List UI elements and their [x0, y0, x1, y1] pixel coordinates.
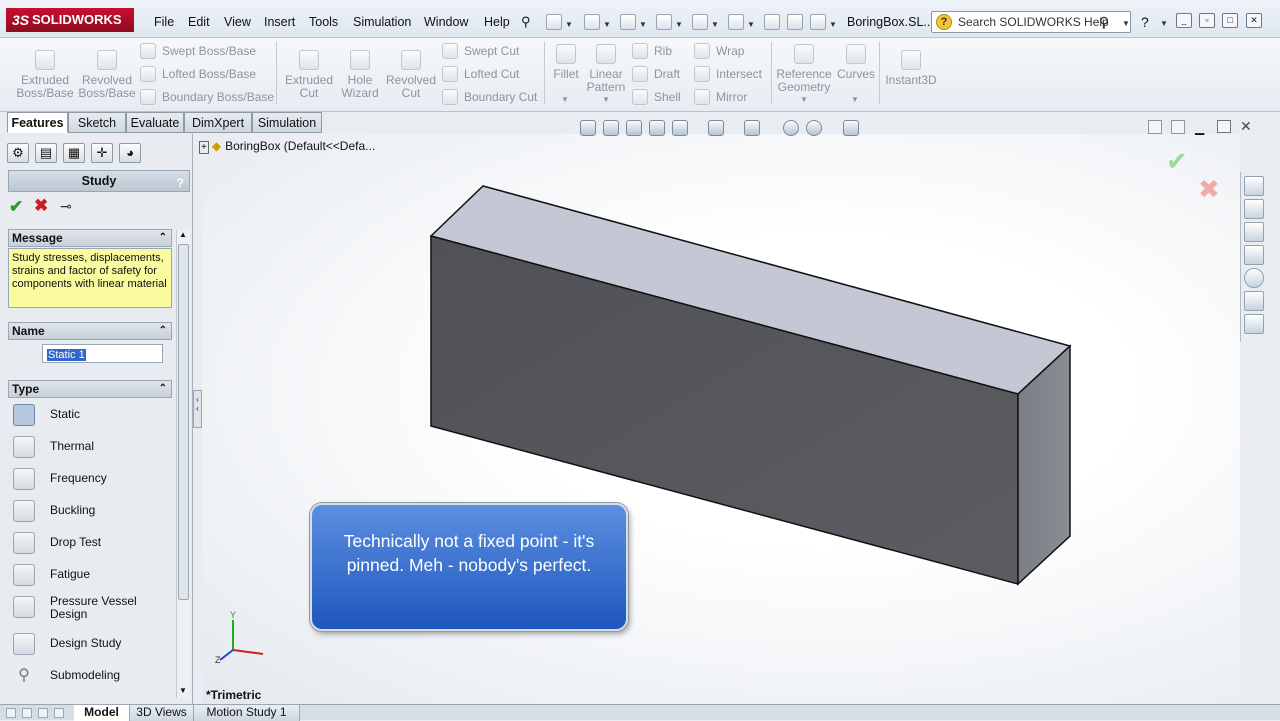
hide-show-items-icon[interactable]	[744, 120, 760, 136]
edit-appearance-icon[interactable]	[783, 120, 799, 136]
restore-icon[interactable]	[1217, 120, 1231, 133]
previous-tab-icon[interactable]	[22, 708, 32, 718]
last-tab-icon[interactable]	[54, 708, 64, 718]
previous-view-icon[interactable]	[626, 120, 642, 136]
view-settings-icon[interactable]	[843, 120, 859, 136]
bottom-tab-bar: Model 3D Views Motion Study 1	[0, 704, 1280, 721]
zoom-to-area-icon[interactable]	[603, 120, 619, 136]
split-view-icon[interactable]	[1148, 120, 1162, 134]
forum-icon[interactable]	[1244, 314, 1264, 334]
close-icon[interactable]: ✕	[1240, 118, 1252, 135]
confirm-corner-ok-icon[interactable]: ✔	[1166, 146, 1188, 177]
task-pane-tabs	[1240, 172, 1267, 342]
triad-z-axis	[219, 649, 234, 661]
zoom-to-fit-icon[interactable]	[580, 120, 596, 136]
triad-z-label: Z	[215, 655, 221, 665]
view-orientation-icon[interactable]	[672, 120, 688, 136]
tab-motion-study-1[interactable]: Motion Study 1	[194, 705, 300, 721]
triad-y-label: Y	[230, 610, 237, 620]
custom-properties-icon[interactable]	[1244, 291, 1264, 311]
minimize-icon[interactable]: ▁	[1195, 121, 1204, 135]
part-icon: ◆	[211, 139, 222, 153]
annotation-callout: Technically not a fixed point - it's pin…	[310, 503, 628, 631]
confirm-corner-cancel-icon[interactable]: ✖	[1198, 174, 1220, 205]
appearances-icon[interactable]	[1244, 268, 1264, 288]
tab-model[interactable]: Model	[74, 705, 130, 721]
triad	[219, 620, 264, 661]
expand-icon[interactable]: +	[199, 141, 209, 154]
feature-tree-root[interactable]: + ◆ BoringBox (Default<<Defa...	[199, 139, 375, 154]
home-icon[interactable]	[1244, 176, 1264, 196]
next-tab-icon[interactable]	[38, 708, 48, 718]
folder-icon[interactable]	[1244, 222, 1264, 242]
section-view-icon[interactable]	[649, 120, 665, 136]
resources-icon[interactable]	[1244, 199, 1264, 219]
first-tab-icon[interactable]	[6, 708, 16, 718]
file-explorer-icon[interactable]	[1244, 245, 1264, 265]
view-name-label: *Trimetric	[206, 688, 262, 702]
triad-x-axis	[232, 649, 264, 655]
tab-3d-views[interactable]: 3D Views	[130, 705, 194, 721]
apply-scene-icon[interactable]	[806, 120, 822, 136]
display-style-icon[interactable]	[708, 120, 724, 136]
box-model[interactable]	[0, 0, 1280, 720]
split-view-icon[interactable]	[1171, 120, 1185, 134]
